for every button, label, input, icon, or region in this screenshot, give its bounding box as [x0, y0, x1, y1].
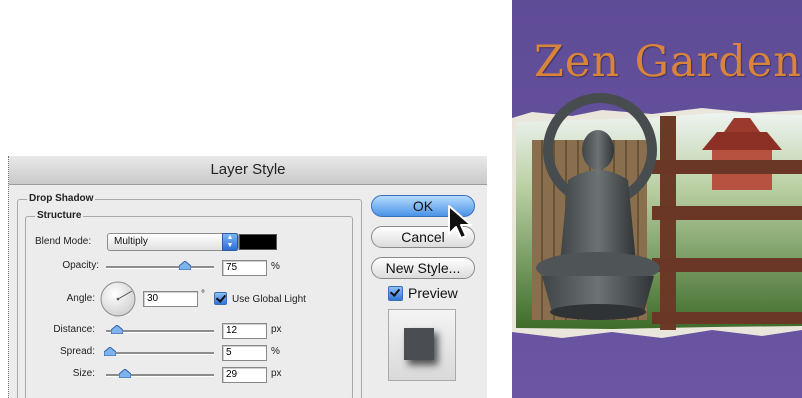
zen-garden-artwork: Zen Garden — [512, 0, 802, 398]
spread-input[interactable]: 5 — [222, 345, 267, 361]
use-global-light-label: Use Global Light — [232, 294, 306, 305]
use-global-light-checkbox[interactable] — [214, 292, 227, 305]
preview-checkbox[interactable] — [388, 286, 403, 301]
opacity-slider-track[interactable] — [106, 266, 214, 269]
shadow-color-swatch[interactable] — [239, 234, 277, 250]
layer-style-dialog: Layer Style Drop Shadow Structure Blend … — [8, 156, 487, 398]
drop-shadow-title: Drop Shadow — [27, 193, 96, 204]
preview-label: Preview — [408, 285, 458, 301]
size-unit: px — [271, 368, 282, 379]
size-label: Size: — [72, 368, 95, 379]
spread-unit: % — [271, 346, 280, 357]
blend-mode-label: Blend Mode: — [35, 236, 92, 247]
spread-slider-thumb[interactable] — [104, 347, 116, 356]
opacity-label: Opacity: — [62, 260, 99, 271]
opacity-input[interactable]: 75 — [222, 260, 267, 276]
structure-title: Structure — [35, 210, 84, 221]
artwork-title: Zen Garden — [534, 37, 802, 87]
opacity-unit: % — [271, 261, 280, 272]
angle-label: Angle: — [66, 293, 95, 304]
preview-thumbnail — [388, 309, 456, 381]
distance-label: Distance: — [53, 324, 95, 335]
distance-slider-thumb[interactable] — [111, 325, 123, 334]
blend-mode-select[interactable]: Multiply ▲ ▼ — [107, 233, 239, 251]
size-slider-thumb[interactable] — [119, 369, 131, 378]
opacity-slider-thumb[interactable] — [179, 261, 191, 270]
angle-input[interactable]: 30 — [143, 291, 198, 307]
spread-label: Spread: — [59, 346, 95, 357]
spread-slider-track[interactable] — [106, 352, 214, 355]
distance-unit: px — [271, 324, 282, 335]
angle-unit: ° — [201, 289, 205, 300]
size-input[interactable]: 29 — [222, 367, 267, 383]
angle-dial[interactable] — [99, 280, 137, 318]
dialog-title: Layer Style — [9, 156, 487, 185]
select-arrows-icon: ▲ ▼ — [222, 233, 238, 251]
blend-mode-value: Multiply — [114, 236, 148, 247]
mouse-cursor-icon — [448, 205, 472, 239]
preview-shadow-square — [404, 328, 434, 360]
new-style-button[interactable]: New Style... — [371, 257, 475, 279]
distance-input[interactable]: 12 — [222, 323, 267, 339]
